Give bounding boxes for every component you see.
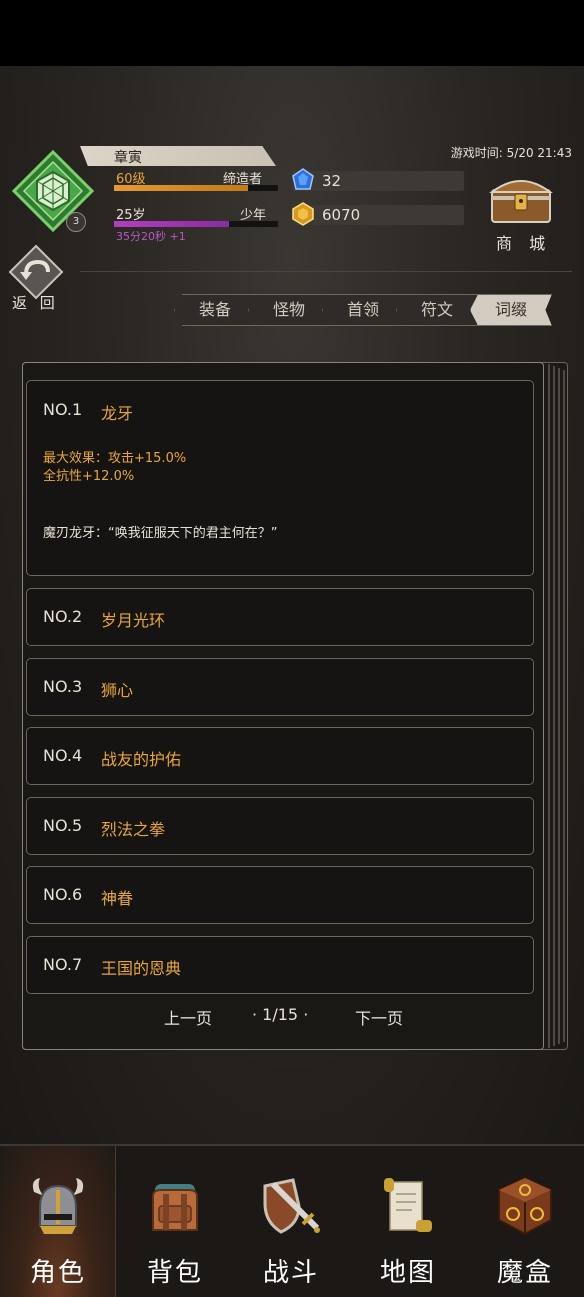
affix-card[interactable]: NO.7 王国的恩典 — [26, 936, 534, 994]
gold-coin-icon — [292, 202, 314, 226]
back-label: 返 回 — [12, 294, 59, 312]
nav-character[interactable]: 角色 — [0, 1146, 116, 1297]
affix-card[interactable]: NO.4 战友的护佑 — [26, 727, 534, 785]
gold-value: 6070 — [322, 206, 361, 224]
affix-card[interactable]: NO.2 岁月光环 — [26, 588, 534, 646]
backpack-icon — [152, 1184, 198, 1231]
page-indicator: · 1/15 · — [252, 1005, 309, 1024]
tab-affixes[interactable]: 词缀 — [470, 294, 552, 326]
exp-bar — [114, 185, 278, 191]
nav-label: 地图 — [379, 1258, 436, 1288]
affix-number: NO.4 — [43, 746, 83, 765]
affix-number: NO.1 — [43, 400, 83, 419]
character-name: 章寅 — [114, 150, 142, 166]
bottom-nav: 角色 背包 战斗 地图 魔盒 — [0, 1144, 584, 1297]
page-edge — [553, 366, 555, 1046]
affix-number: NO.5 — [43, 816, 83, 835]
affix-name: 神眷 — [101, 889, 134, 908]
affix-name: 王国的恩典 — [101, 959, 182, 978]
age-bar — [114, 221, 278, 227]
tab-bosses[interactable]: 首领 — [322, 294, 404, 326]
affix-effect-line: 全抗性+12.0% — [43, 469, 135, 484]
gem-value: 32 — [322, 172, 342, 190]
affix-name: 战友的护佑 — [101, 750, 182, 769]
gem-counter: 32 — [292, 168, 464, 191]
affix-name: 狮心 — [101, 681, 134, 700]
age-timer: 35分20秒 +1 — [116, 230, 186, 243]
page-edge — [558, 368, 560, 1044]
sword-shield-icon — [263, 1178, 320, 1234]
affix-name: 烈法之拳 — [101, 820, 166, 839]
magic-box-icon — [498, 1176, 552, 1236]
nav-label: 魔盒 — [496, 1258, 553, 1288]
blue-gem-icon — [292, 168, 314, 190]
game-time: 游戏时间: 5/20 21:43 — [450, 146, 572, 160]
nav-label: 背包 — [146, 1258, 203, 1288]
affix-number: NO.2 — [43, 607, 83, 626]
nav-map[interactable]: 地图 — [350, 1146, 466, 1297]
exp-bar-fill — [114, 185, 249, 191]
affix-card[interactable]: NO.6 神眷 — [26, 866, 534, 924]
nav-backpack[interactable]: 背包 — [117, 1146, 233, 1297]
affix-card[interactable]: NO.3 狮心 — [26, 658, 534, 716]
nav-battle[interactable]: 战斗 — [233, 1146, 349, 1297]
affix-number: NO.6 — [43, 885, 83, 904]
tab-monsters[interactable]: 怪物 — [248, 294, 330, 326]
name-plate — [80, 146, 276, 166]
affix-number: NO.3 — [43, 677, 83, 696]
affix-card-expanded[interactable]: NO.1 龙牙 最大效果：攻击+15.0% 全抗性+12.0% 魔刃龙牙：“唤我… — [26, 380, 534, 576]
shop-label: 商 城 — [496, 234, 552, 253]
next-page-button[interactable]: 下一页 — [355, 1005, 403, 1029]
scroll-map-icon — [384, 1178, 432, 1232]
avatar-level-badge: 3 — [66, 212, 86, 232]
nav-label: 战斗 — [262, 1258, 319, 1288]
page-edge — [563, 370, 565, 1042]
affix-number: NO.7 — [43, 955, 83, 974]
age-bar-fill — [114, 221, 229, 227]
treasure-chest-icon — [489, 180, 553, 223]
affix-effect-line: 最大效果：攻击+15.0% — [43, 451, 187, 466]
tab-equipment[interactable]: 装备 — [174, 294, 256, 326]
header-divider — [80, 271, 572, 272]
nav-label: 角色 — [29, 1258, 86, 1288]
nav-magic-box[interactable]: 魔盒 — [467, 1146, 583, 1297]
affix-card[interactable]: NO.5 烈法之拳 — [26, 797, 534, 855]
prev-page-button[interactable]: 上一页 — [164, 1005, 212, 1029]
page-edge — [548, 364, 550, 1048]
tab-runes[interactable]: 符文 — [396, 294, 478, 326]
viking-helmet-icon — [32, 1178, 84, 1234]
affix-name: 岁月光环 — [101, 611, 166, 630]
affix-name: 龙牙 — [101, 404, 134, 423]
affix-quote: 魔刃龙牙：“唤我征服天下的君主何在？” — [43, 526, 278, 541]
gold-counter: 6070 — [292, 202, 464, 226]
